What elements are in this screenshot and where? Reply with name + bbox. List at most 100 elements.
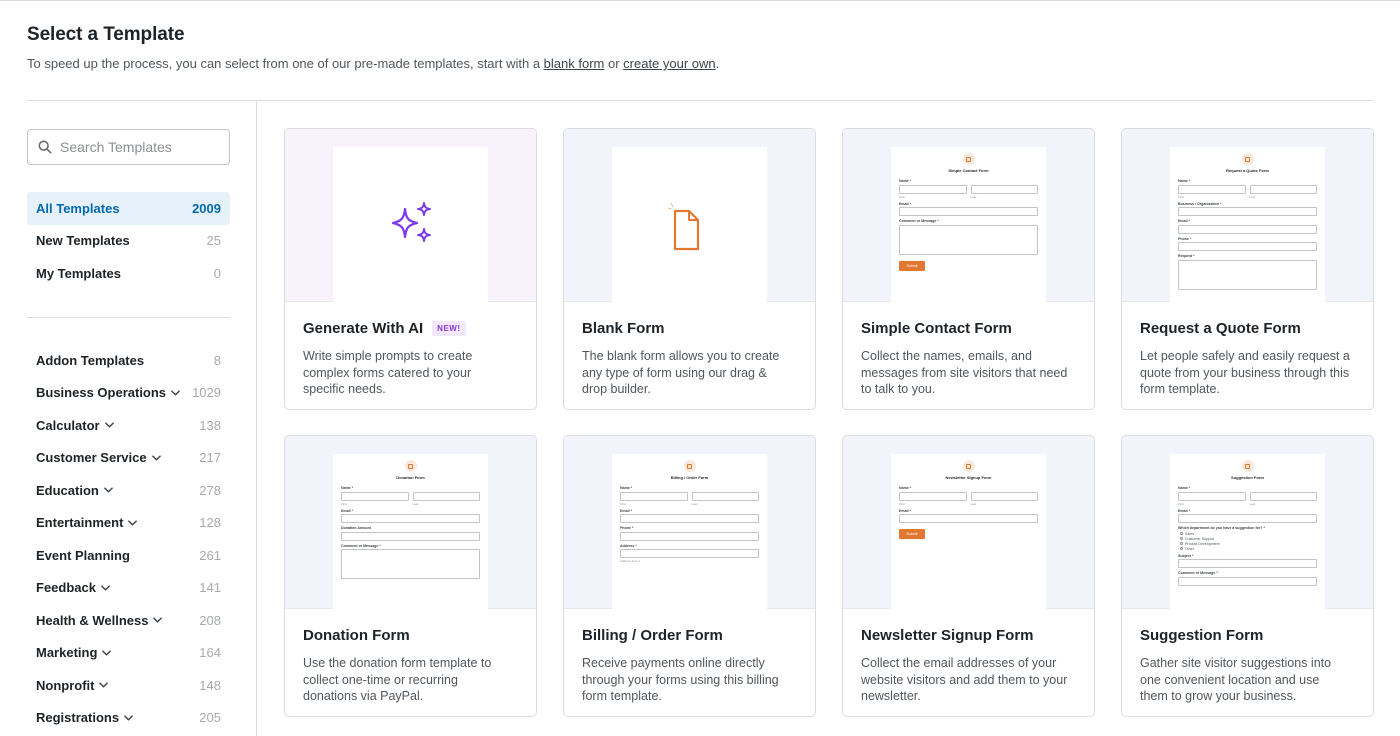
preview-submit: Submit <box>899 529 925 539</box>
form-preview: Request a Quote Form Name * First Last Bu… <box>1170 147 1325 302</box>
template-card-blank-form[interactable]: Blank Form The blank form allows you to … <box>563 128 816 410</box>
page-title: Select a Template <box>27 24 185 45</box>
category-label: Business Operations <box>36 385 167 401</box>
template-title: Generate With AI <box>303 320 424 337</box>
category-business-operations[interactable]: Business Operations 1029 <box>27 377 230 410</box>
preview-submit: Submit <box>899 260 925 271</box>
chevron-down-icon[interactable] <box>102 650 112 656</box>
template-card-generate-with-ai[interactable]: Generate With AI NEW! Write simple prompt… <box>284 128 537 410</box>
template-preview: Request a Quote Form Name * First Last Bu… <box>1122 129 1373 302</box>
preview-paper: Newsletter Signup Form Name * First Last … <box>891 454 1046 609</box>
megaphone-icon <box>962 460 975 472</box>
category-label: Addon Templates <box>36 352 145 368</box>
category-health-and-wellness[interactable]: Health & Wellness 208 <box>27 604 230 637</box>
new-badge: NEW! <box>432 321 466 336</box>
preview-title: Donation Form <box>396 475 425 480</box>
template-title: Suggestion Form <box>1140 627 1264 644</box>
template-preview: Suggestion Form Name * First Last Email *… <box>1122 436 1373 609</box>
preview-paper <box>612 147 767 302</box>
search-input[interactable] <box>60 139 220 155</box>
template-preview: Billing / Order Form Name * First Last Em… <box>564 436 815 609</box>
category-customer-service[interactable]: Customer Service 217 <box>27 442 230 475</box>
template-card-suggestion-form[interactable]: Suggestion Form Name * First Last Email *… <box>1121 435 1374 717</box>
template-description: Let people safely and easily request a q… <box>1140 349 1350 396</box>
template-preview: Simple Contact Form Name * First Last Ema… <box>843 129 1094 302</box>
megaphone-icon <box>962 153 975 165</box>
tag-icon <box>1241 153 1254 165</box>
preview-paper: Billing / Order Form Name * First Last Em… <box>612 454 767 609</box>
category-registrations[interactable]: Registrations 205 <box>27 702 230 735</box>
preview-title: Suggestion Form <box>1231 475 1264 480</box>
category-count: 148 <box>199 677 221 693</box>
preview-title: Request a Quote Form <box>1226 168 1269 173</box>
donation-icon <box>404 460 417 472</box>
category-list: Addon Templates 8 Business Operations 1029 C… <box>27 344 230 734</box>
nav-new-templates[interactable]: New Templates 25 <box>27 225 230 258</box>
category-label: Event Planning <box>36 547 130 563</box>
template-title: Blank Form <box>582 320 665 337</box>
sidebar-divider <box>27 317 230 318</box>
template-title: Billing / Order Form <box>582 627 723 644</box>
template-card-billing-order-form[interactable]: Billing / Order Form Name * First Last Em… <box>563 435 816 717</box>
category-label: Nonprofit <box>36 677 95 693</box>
category-label: Entertainment <box>36 515 124 531</box>
blank-form-link[interactable]: blank form <box>544 56 605 71</box>
nav-my-templates[interactable]: My Templates 0 <box>27 257 230 290</box>
search-box <box>27 129 230 165</box>
nav-all-templates[interactable]: All Templates 2009 <box>27 192 230 225</box>
category-label: Health & Wellness <box>36 612 149 628</box>
chevron-down-icon[interactable] <box>151 455 161 461</box>
template-card-simple-contact-form[interactable]: Simple Contact Form Name * First Last Ema… <box>842 128 1095 410</box>
chevron-down-icon[interactable] <box>153 617 163 623</box>
category-label: Customer Service <box>36 450 147 466</box>
category-addon-templates[interactable]: Addon Templates 8 <box>27 344 230 377</box>
template-description: The blank form allows you to create any … <box>582 349 780 396</box>
category-marketing[interactable]: Marketing 164 <box>27 637 230 670</box>
form-preview: Simple Contact Form Name * First Last Ema… <box>891 147 1046 302</box>
template-title: Request a Quote Form <box>1140 320 1301 337</box>
preview-title: Billing / Order Form <box>670 475 709 480</box>
template-description: Collect the email addresses of your webs… <box>861 656 1068 703</box>
template-description: Collect the names, emails, and messages … <box>861 349 1068 396</box>
template-title: Donation Form <box>303 627 410 644</box>
template-preview: Donation Form Name * First Last Email * D… <box>285 436 536 609</box>
category-event-planning[interactable]: Event Planning 261 <box>27 539 230 572</box>
category-calculator[interactable]: Calculator 138 <box>27 409 230 442</box>
chevron-down-icon[interactable] <box>104 487 113 493</box>
chevron-down-icon[interactable] <box>104 422 114 428</box>
template-card-newsletter-signup-form[interactable]: Newsletter Signup Form Name * First Last … <box>842 435 1095 717</box>
preview-paper <box>333 147 488 302</box>
category-education[interactable]: Education 278 <box>27 474 230 507</box>
template-title: Newsletter Signup Form <box>861 627 1034 644</box>
page-subtitle: To speed up the process, you can select … <box>27 56 720 71</box>
category-count: 208 <box>199 612 221 628</box>
category-label: Registrations <box>36 710 120 726</box>
form-preview: Donation Form Name * First Last Email * D… <box>333 454 488 609</box>
category-label: Marketing <box>36 645 98 661</box>
chevron-down-icon[interactable] <box>128 520 138 526</box>
chevron-down-icon[interactable] <box>99 682 109 688</box>
template-sidebar: All Templates2009 New Templates25 My Tem… <box>27 101 257 736</box>
chevron-down-icon[interactable] <box>171 390 180 396</box>
category-feedback[interactable]: Feedback 141 <box>27 572 230 605</box>
template-card-donation-form[interactable]: Donation Form Name * First Last Email * D… <box>284 435 537 717</box>
category-count: 141 <box>199 580 221 596</box>
category-entertainment[interactable]: Entertainment 128 <box>27 507 230 540</box>
template-preview <box>285 129 536 302</box>
page-header: Select a Template To speed up the proces… <box>27 24 719 71</box>
template-card-request-a-quote-form[interactable]: Request a Quote Form Name * First Last Bu… <box>1121 128 1374 410</box>
template-description: Receive payments online directly through… <box>582 656 779 703</box>
preview-paper: Request a Quote Form Name * First Last Bu… <box>1170 147 1325 302</box>
preview-title: Newsletter Signup Form <box>945 475 992 480</box>
chevron-down-icon[interactable] <box>101 585 110 591</box>
template-preview: Newsletter Signup Form Name * First Last … <box>843 436 1094 609</box>
nav-count: 25 <box>206 233 221 249</box>
chevron-down-icon[interactable] <box>124 715 133 721</box>
category-count: 128 <box>199 515 221 531</box>
category-label: Feedback <box>36 580 96 596</box>
create-your-own-link[interactable]: create your own <box>623 56 716 71</box>
chat-icon <box>1241 460 1254 472</box>
category-nonprofit[interactable]: Nonprofit 148 <box>27 669 230 702</box>
category-count: 205 <box>199 710 221 726</box>
category-count: 8 <box>213 352 221 368</box>
